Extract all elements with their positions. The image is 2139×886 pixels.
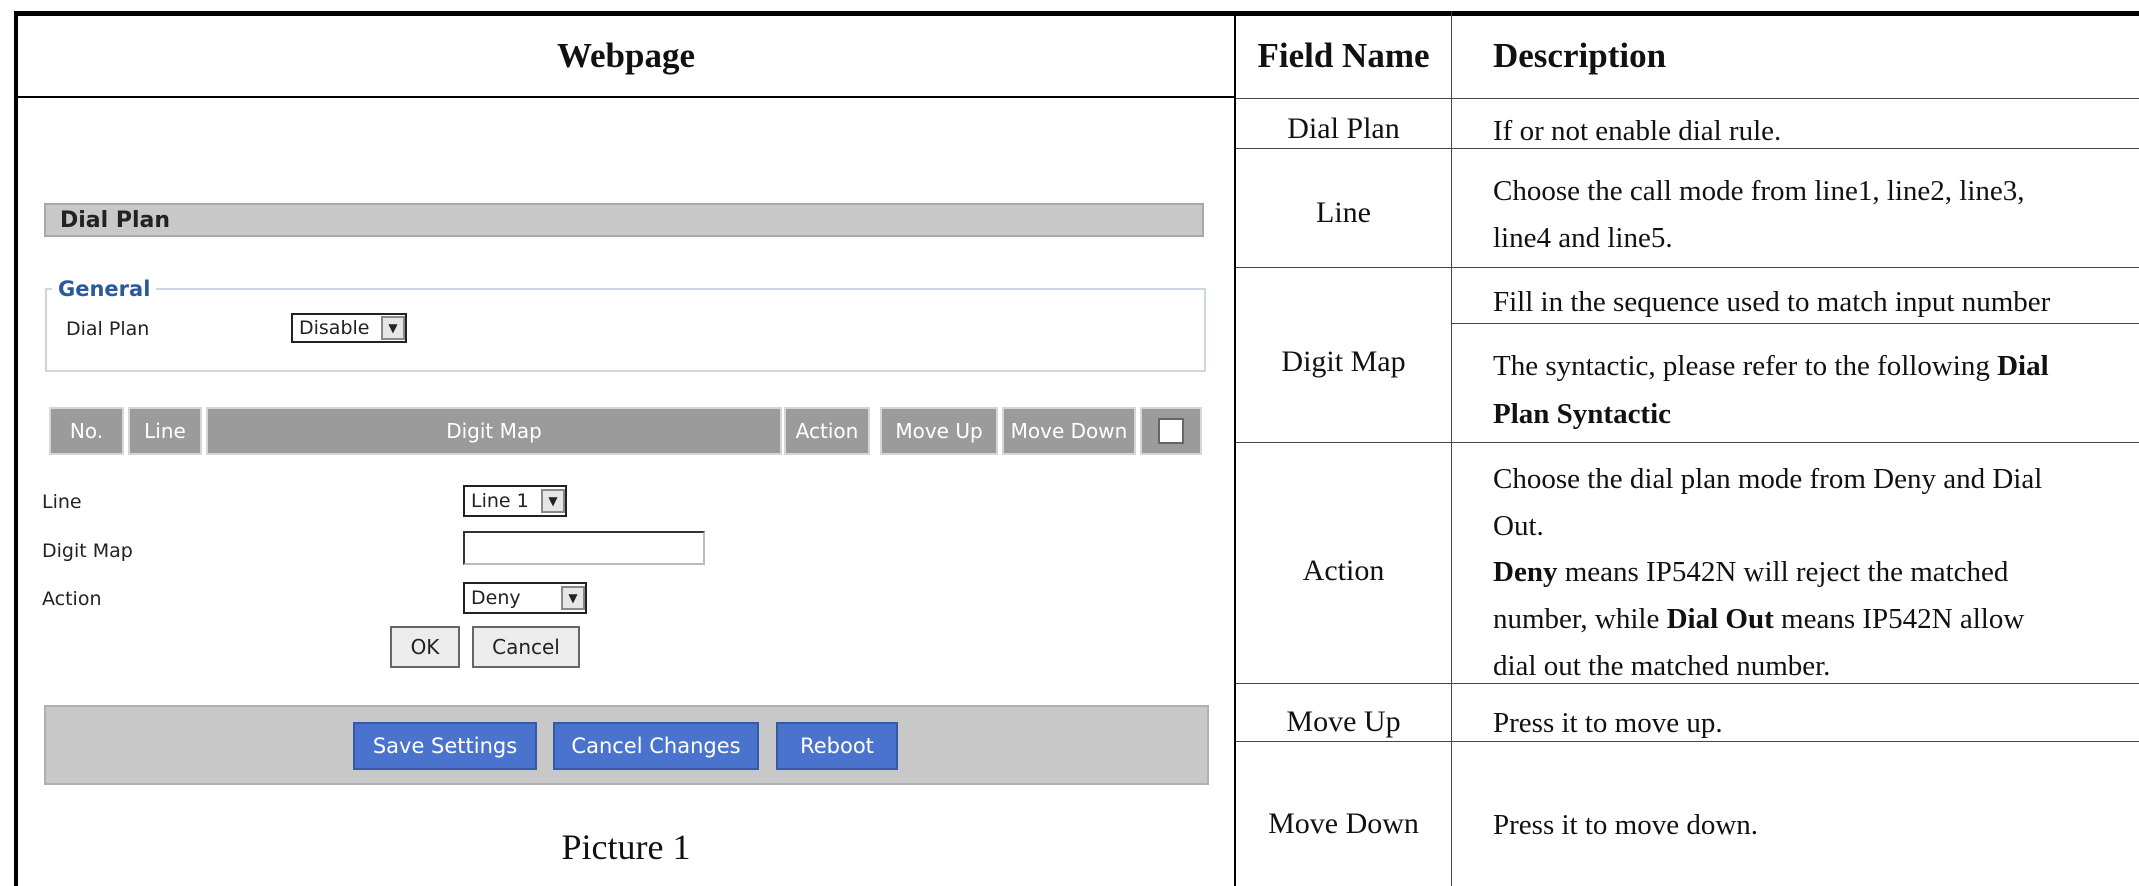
row-divider [1236,267,2139,268]
general-group-title: General [52,277,157,301]
ok-button[interactable]: OK [390,626,460,668]
desc-action-2: Out. [1493,510,1544,542]
chevron-down-icon: ▼ [381,316,405,340]
select-all-cell [1140,407,1202,455]
col-header-move-up: Move Up [880,407,998,455]
dial-plan-label: Dial Plan [66,318,150,340]
dial-plan-select-value: Disable [299,317,370,339]
general-group [45,288,1206,372]
desc-line-1: Choose the call mode from line1, line2, … [1493,175,2025,207]
dial-plan-select[interactable]: Disable ▼ [291,313,407,343]
header-field-name: Field Name [1257,36,1430,75]
desc-action-4: number, while Dial Out means IP542N allo… [1493,596,2024,643]
desc-digit-map-1: Fill in the sequence used to match input… [1493,286,2051,318]
desc-action-4c: means IP542N allow [1773,603,2025,635]
header-divider-right [1236,98,2139,99]
desc-line-2: line4 and line5. [1493,222,1673,254]
col-header-action: Action [784,407,870,455]
header-description: Description [1493,36,1667,75]
select-all-checkbox[interactable] [1158,418,1184,444]
section-title: Dial Plan [60,208,171,233]
action-label: Action [42,588,102,610]
field-dial-plan: Dial Plan [1287,112,1400,145]
desc-action-4b: Dial Out [1666,603,1774,635]
desc-action-5: dial out the matched number. [1493,650,1831,682]
col-header-line: Line [128,407,202,455]
chevron-down-icon: ▼ [561,586,585,610]
chevron-down-icon: ▼ [541,489,565,513]
save-settings-button[interactable]: Save Settings [353,722,537,770]
table-left-border [14,11,18,886]
desc-action-3-bold: Deny [1493,556,1558,588]
field-line: Line [1316,196,1371,229]
line-select-value: Line 1 [471,490,529,512]
desc-dial-plan: If or not enable dial rule. [1493,115,1782,147]
col-divider-2 [1451,11,1452,886]
action-select[interactable]: Deny ▼ [463,582,587,614]
cancel-changes-button[interactable]: Cancel Changes [553,722,759,770]
col-header-no: No. [49,407,124,455]
desc-digit-map-2-bold: Dial [1997,350,2049,382]
field-action: Action [1302,554,1385,587]
field-move-down: Move Down [1268,807,1419,840]
desc-action-3-text: means IP542N will reject the matched [1557,556,2009,588]
desc-digit-map-2-text: The syntactic, please refer to the follo… [1493,350,1998,382]
desc-move-up: Press it to move up. [1493,707,1723,739]
desc-action-3: Deny means IP542N will reject the matche… [1493,549,2008,596]
col-header-digit-map: Digit Map [206,407,782,455]
desc-digit-map-3: Plan Syntactic [1493,398,1672,430]
digit-map-input[interactable] [463,531,705,565]
table-top-border [14,11,2139,16]
header-divider [14,96,1236,98]
line-label: Line [42,491,82,513]
field-digit-map: Digit Map [1281,345,1406,378]
desc-action-4a: number, while [1493,603,1667,635]
reboot-button[interactable]: Reboot [776,722,898,770]
field-move-up: Move Up [1286,705,1401,738]
desc-digit-map-2: The syntactic, please refer to the follo… [1493,343,2049,390]
section-title-bar: Dial Plan [44,203,1204,237]
desc-action-1: Choose the dial plan mode from Deny and … [1493,463,2043,495]
col-header-move-down: Move Down [1002,407,1136,455]
line-select[interactable]: Line 1 ▼ [463,485,567,517]
action-select-value: Deny [471,587,521,609]
row-divider [1236,442,2139,443]
header-webpage: Webpage [556,36,696,75]
digit-map-label: Digit Map [42,540,133,562]
picture-caption: Picture 1 [561,827,691,867]
cancel-button[interactable]: Cancel [472,626,580,668]
desc-move-down: Press it to move down. [1493,809,1759,841]
